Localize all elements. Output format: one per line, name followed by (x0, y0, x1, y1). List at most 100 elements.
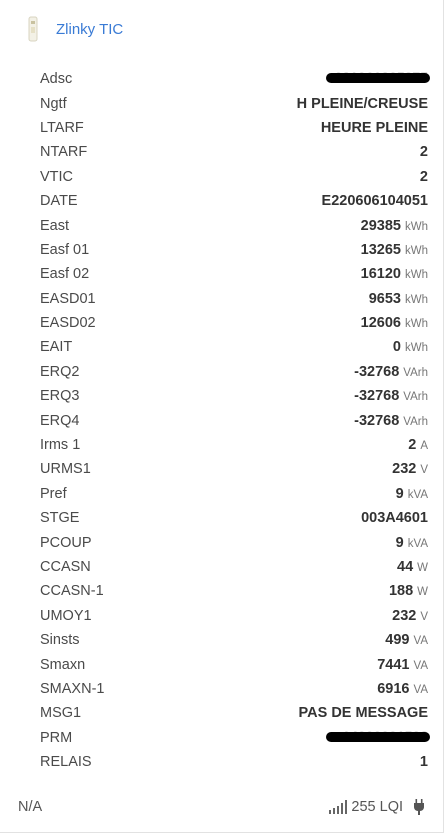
attribute-row[interactable]: Smaxn 7441 VA (40, 652, 428, 676)
attribute-value: 9 kVA (396, 486, 428, 502)
value-number: -32768 (354, 412, 400, 429)
attribute-row[interactable]: Ngtf H PLEINE/CREUSE (40, 91, 428, 115)
value-number: 232 (392, 461, 417, 478)
attribute-row[interactable]: PRM 14000001502 (40, 726, 430, 750)
attribute-row[interactable]: LTARF HEURE PLEINE (40, 116, 428, 140)
attribute-value: PAS DE MESSAGE (299, 705, 428, 721)
value-unit: kWh (405, 244, 428, 257)
attribute-label: Smaxn (40, 656, 86, 673)
value-number: 1 (419, 754, 428, 771)
attribute-row[interactable]: DATE E220606104051 (40, 189, 428, 213)
value-unit: A (420, 440, 428, 453)
attribute-row[interactable]: CCASN-1 188 W (40, 579, 428, 603)
value-number: 6916 (377, 680, 410, 697)
attribute-row[interactable]: STGE 003A4601 (40, 506, 428, 530)
attribute-label: Easf 01 (40, 241, 90, 258)
attribute-label: SMAXN-1 (40, 680, 105, 697)
value-number: 2 (419, 144, 428, 161)
attribute-label: DATE (40, 193, 78, 210)
plug-icon (414, 799, 424, 815)
attribute-row[interactable]: CCASN 44 W (40, 555, 428, 579)
device-name[interactable]: Zlinky TIC (56, 21, 123, 38)
attribute-value: -32768 VArh (354, 413, 428, 429)
attribute-value: 2 (420, 169, 428, 185)
attribute-label: Easf 02 (40, 266, 90, 283)
value-number: HEURE PLEINE (320, 119, 428, 136)
attribute-value: 13265 kWh (361, 242, 428, 258)
value-number: 2 (419, 168, 428, 185)
attribute-value: E220606104051 (322, 193, 428, 209)
attribute-row[interactable]: East 29385 kWh (40, 213, 428, 237)
attribute-label: URMS1 (40, 461, 91, 478)
redacted-value: 14000001502 (326, 728, 430, 744)
attribute-row[interactable]: Easf 02 16120 kWh (40, 262, 428, 286)
attribute-list: Adsc 031061205375 Ngtf H PLEINE/CREUSE LTARF… (40, 67, 430, 774)
attribute-row[interactable]: SMAXN-1 6916 VA (40, 677, 428, 701)
value-unit: VArh (403, 366, 428, 379)
attribute-row[interactable]: EAIT 0 kWh (40, 335, 428, 359)
attribute-value: H PLEINE/CREUSE (297, 96, 428, 112)
attribute-row[interactable]: EASD01 9653 kWh (40, 287, 428, 311)
attribute-row[interactable]: Easf 01 13265 kWh (40, 238, 428, 262)
attribute-value: 2A (408, 437, 428, 453)
value-number: E220606104051 (321, 193, 428, 210)
attribute-value: 16120 kWh (361, 266, 428, 282)
attribute-row[interactable]: Pref 9 kVA (40, 482, 428, 506)
attribute-row[interactable]: Adsc 031061205375 (40, 67, 430, 91)
attribute-row[interactable]: ERQ2 -32768 VArh (40, 360, 428, 384)
attribute-label: ERQ3 (40, 388, 80, 405)
attribute-label: EASD01 (40, 290, 96, 307)
value-number: -32768 (354, 363, 400, 380)
attribute-row[interactable]: URMS1 232 V (40, 457, 428, 481)
value-number: 9 (395, 485, 404, 502)
attribute-label: CCASN (40, 559, 91, 575)
attribute-row[interactable]: ERQ4 -32768 VArh (40, 408, 428, 432)
attribute-row[interactable]: Sinsts 499 VA (40, 628, 428, 652)
attribute-row[interactable]: UMOY1 232 V (40, 604, 428, 628)
attribute-value: 0 kWh (393, 339, 428, 355)
value-unit: kWh (405, 269, 428, 282)
value-number: 003A4601 (361, 510, 428, 527)
attribute-row[interactable]: RELAIS 1 (40, 750, 428, 774)
value-unit: kWh (405, 293, 428, 306)
value-number: 9653 (368, 290, 401, 307)
attribute-value: 2 (420, 144, 428, 160)
attribute-row[interactable]: EASD02 12606 kWh (40, 311, 428, 335)
attribute-value: 9653 kWh (369, 291, 428, 307)
card-header[interactable]: Zlinky TIC (24, 14, 123, 44)
device-thumbnail-icon (28, 16, 38, 42)
attribute-label: NTARF (40, 144, 88, 161)
attribute-label: CCASN-1 (40, 583, 104, 600)
attribute-row[interactable]: ERQ3 -32768 VArh (40, 384, 428, 408)
attribute-value: 188 W (389, 583, 428, 599)
value-number: 13265 (360, 241, 401, 258)
attribute-row[interactable]: NTARF 2 (40, 140, 428, 164)
attribute-row[interactable]: VTIC 2 (40, 165, 428, 189)
value-number: 0 (392, 339, 401, 356)
attribute-label: PRM (40, 729, 73, 746)
attribute-value: 9 kVA (396, 535, 428, 551)
value-number: H PLEINE/CREUSE (296, 95, 428, 112)
redaction-mark (326, 73, 430, 84)
attribute-value: 7441 VA (377, 657, 428, 673)
attribute-row[interactable]: PCOUP 9 kVA (40, 530, 428, 554)
entity-card: Zlinky TIC Adsc 031061205375 Ngtf H PLEINE/… (0, 0, 444, 833)
attribute-row[interactable]: Irms 1 2A (40, 433, 428, 457)
signal-bars-icon (329, 800, 348, 814)
attribute-row[interactable]: MSG1 PAS DE MESSAGE (40, 701, 428, 725)
attribute-value: 232 V (392, 461, 428, 477)
value-unit: W (417, 562, 428, 574)
value-number: PAS DE MESSAGE (298, 705, 428, 722)
attribute-value: -32768 VArh (354, 388, 428, 404)
attribute-label: STGE (40, 510, 80, 527)
value-number: 44 (397, 559, 414, 575)
value-unit: kWh (405, 342, 428, 355)
attribute-value: 14000001502 (326, 728, 430, 748)
attribute-label: EAIT (40, 339, 73, 356)
attribute-label: VTIC (40, 168, 74, 185)
lqi-value: 255 LQI (351, 799, 403, 815)
value-unit: W (417, 586, 428, 599)
attribute-value: -32768 VArh (354, 364, 428, 380)
status-text: N/A (18, 799, 43, 815)
value-number: -32768 (354, 388, 400, 405)
